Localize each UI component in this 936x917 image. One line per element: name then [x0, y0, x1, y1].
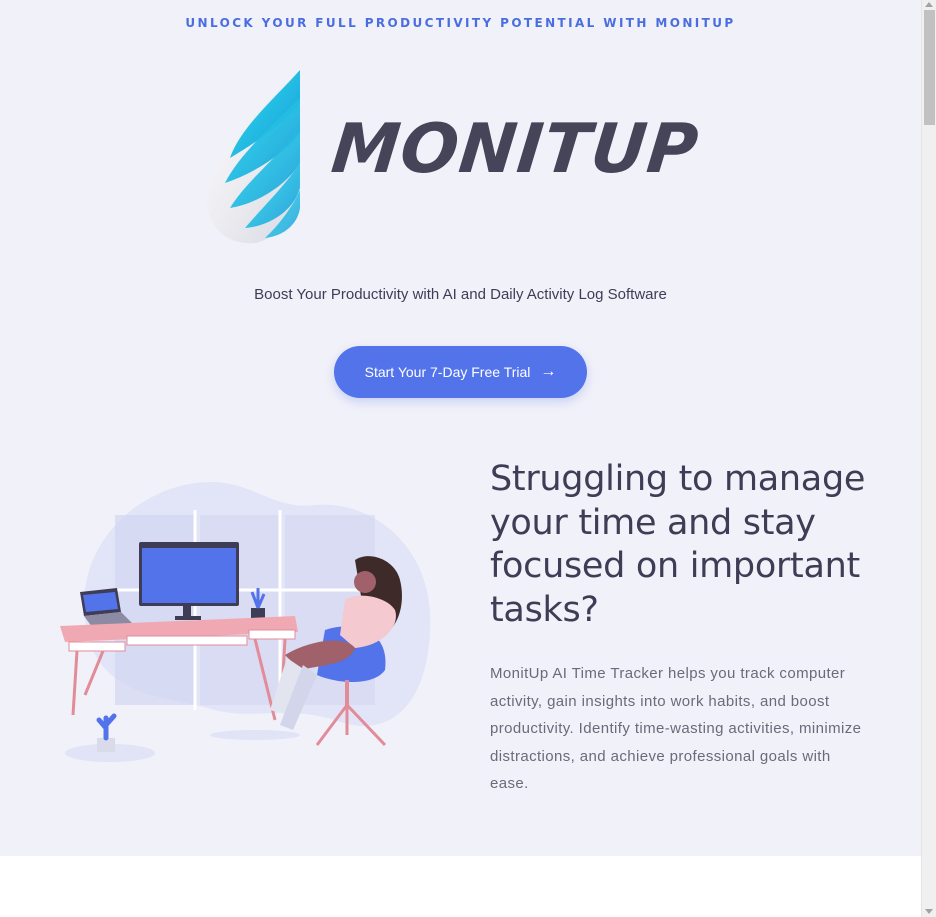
arrow-right-icon: → [540, 363, 557, 380]
hero-subtitle: Boost Your Productivity with AI and Dail… [254, 286, 667, 303]
scroll-thumb[interactable] [924, 10, 935, 125]
woman-at-desk-illustration [55, 470, 445, 780]
scroll-down-icon[interactable] [925, 909, 933, 914]
vertical-scrollbar[interactable] [921, 0, 936, 917]
start-trial-button[interactable]: Start Your 7-Day Free Trial → [334, 346, 587, 398]
leaf-wings-logo-icon [206, 70, 300, 244]
monitup-logo[interactable]: MONITUP [200, 68, 730, 248]
feature-description: MonitUp AI Time Tracker helps you track … [490, 665, 862, 792]
brand-wordmark: MONITUP [327, 110, 703, 189]
start-trial-label: Start Your 7-Day Free Trial [364, 364, 531, 380]
landing-page: UNLOCK YOUR FULL PRODUCTIVITY POTENTIAL … [0, 0, 921, 917]
scroll-up-icon[interactable] [925, 2, 933, 7]
top-tagline: UNLOCK YOUR FULL PRODUCTIVITY POTENTIAL … [185, 16, 736, 30]
next-section [0, 856, 921, 917]
feature-heading: Struggling to manage your time and stay … [490, 459, 866, 630]
